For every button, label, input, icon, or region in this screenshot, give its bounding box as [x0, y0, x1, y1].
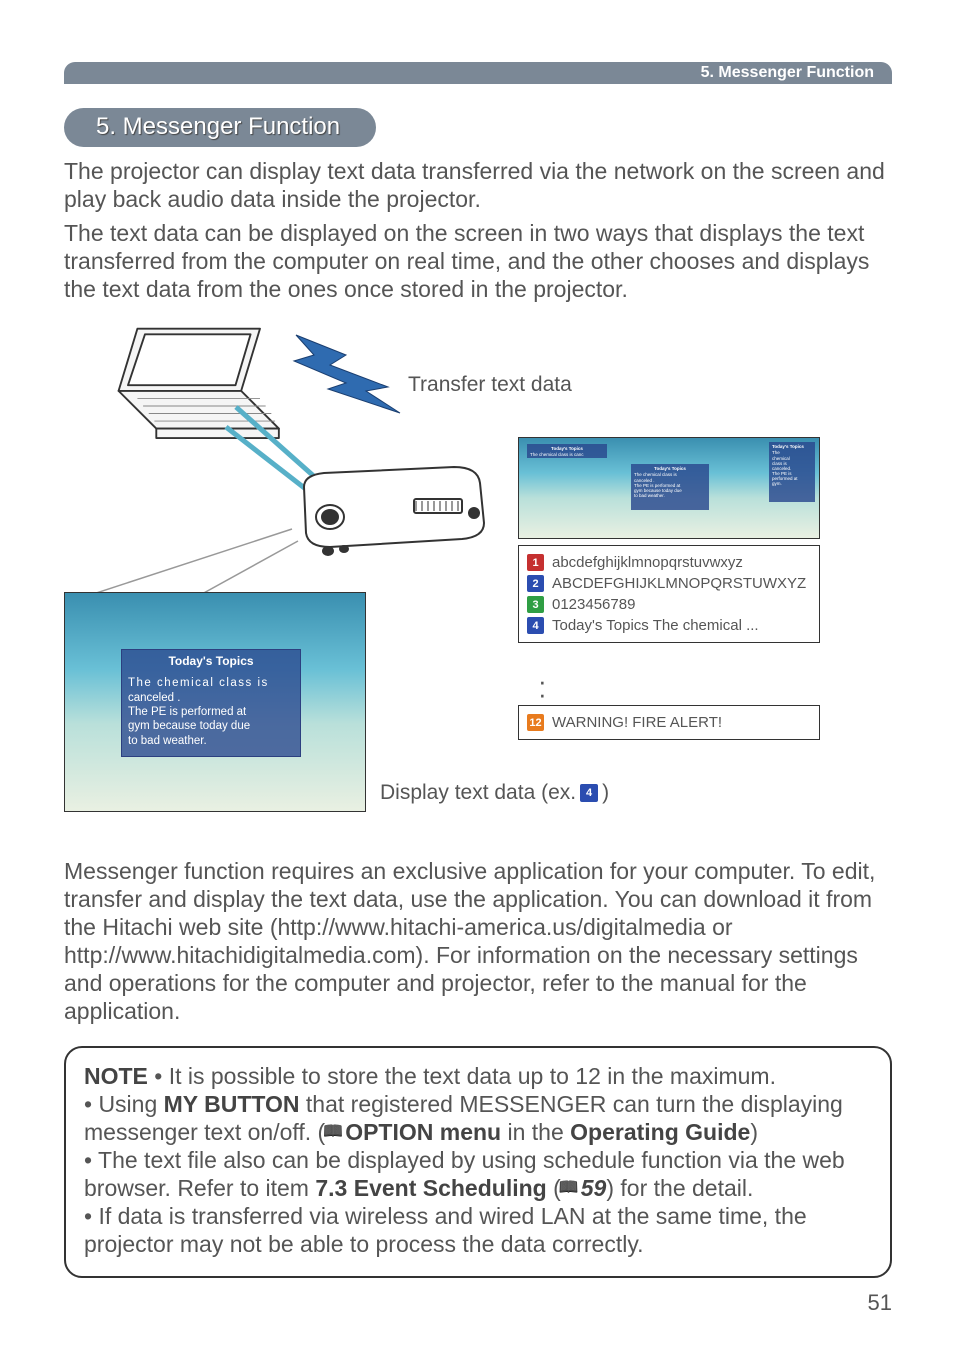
- text-list-panel: 1 abcdefghijklmnopqrstuvwxyz 2 ABCDEFGHI…: [518, 545, 820, 643]
- intro-paragraph-1: The projector can display text data tran…: [64, 157, 892, 213]
- section-heading: 5. Messenger Function: [64, 108, 376, 147]
- list-item-text: abcdefghijklmnopqrstuvwxyz: [552, 554, 743, 571]
- book-icon: [561, 1182, 581, 1198]
- list-item-text: WARNING! FIRE ALERT!: [552, 714, 722, 731]
- laptop-icon: [96, 323, 292, 455]
- thumb-overlay-2: Today's Topics The chemical class is can…: [631, 464, 709, 510]
- breadcrumb: 5. Messenger Function: [701, 64, 874, 82]
- list-item-text: Today's Topics The chemical ...: [552, 617, 759, 634]
- badge-1: 1: [527, 554, 544, 571]
- badge-3: 3: [527, 596, 544, 613]
- note-label: NOTE: [84, 1063, 148, 1089]
- page-header-bar: 5. Messenger Function: [64, 62, 892, 84]
- list-item: 2 ABCDEFGHIJKLMNOPQRSTUWXYZ: [527, 573, 811, 594]
- diagram: Transfer text data: [64, 317, 892, 829]
- list-item: 3 0123456789: [527, 594, 811, 615]
- text-list-panel-2: 12 WARNING! FIRE ALERT!: [518, 705, 820, 740]
- list-item-text: 0123456789: [552, 596, 635, 613]
- projector-icon: [284, 457, 494, 567]
- book-icon: [325, 1126, 345, 1142]
- overlay-title: Today's Topics: [122, 650, 300, 676]
- display-caption: Display text data (ex. 4 ): [380, 781, 609, 805]
- note-box: NOTE • It is possible to store the text …: [64, 1046, 892, 1278]
- thumb-overlay-3: Today's Topics The chemical class is can…: [769, 442, 815, 502]
- intro-paragraph-2: The text data can be displayed on the sc…: [64, 219, 892, 303]
- page-number: 51: [868, 1290, 892, 1316]
- list-item: 1 abcdefghijklmnopqrstuvwxyz: [527, 552, 811, 573]
- transfer-label: Transfer text data: [408, 373, 572, 397]
- badge-2: 2: [527, 575, 544, 592]
- transfer-arrow-icon: [288, 327, 408, 417]
- list-item-text: ABCDEFGHIJKLMNOPQRSTUWXYZ: [552, 575, 806, 592]
- thumb-overlay-1: Today's Topics The chemical class is can…: [527, 444, 607, 458]
- thumbnail-screens: Today's Topics The chemical class is can…: [518, 437, 820, 539]
- list-item: 12 WARNING! FIRE ALERT!: [527, 712, 811, 733]
- badge-4-caption: 4: [580, 784, 598, 802]
- badge-12: 12: [527, 714, 544, 731]
- badge-4: 4: [527, 617, 544, 634]
- list-item: 4 Today's Topics The chemical ...: [527, 615, 811, 636]
- overlay-body: The chemical class is canceled . The PE …: [122, 676, 300, 756]
- body-paragraph-3: Messenger function requires an exclusive…: [64, 857, 892, 1025]
- message-overlay: Today's Topics The chemical class is can…: [121, 649, 301, 757]
- main-projection-screen: Today's Topics The chemical class is can…: [64, 592, 366, 812]
